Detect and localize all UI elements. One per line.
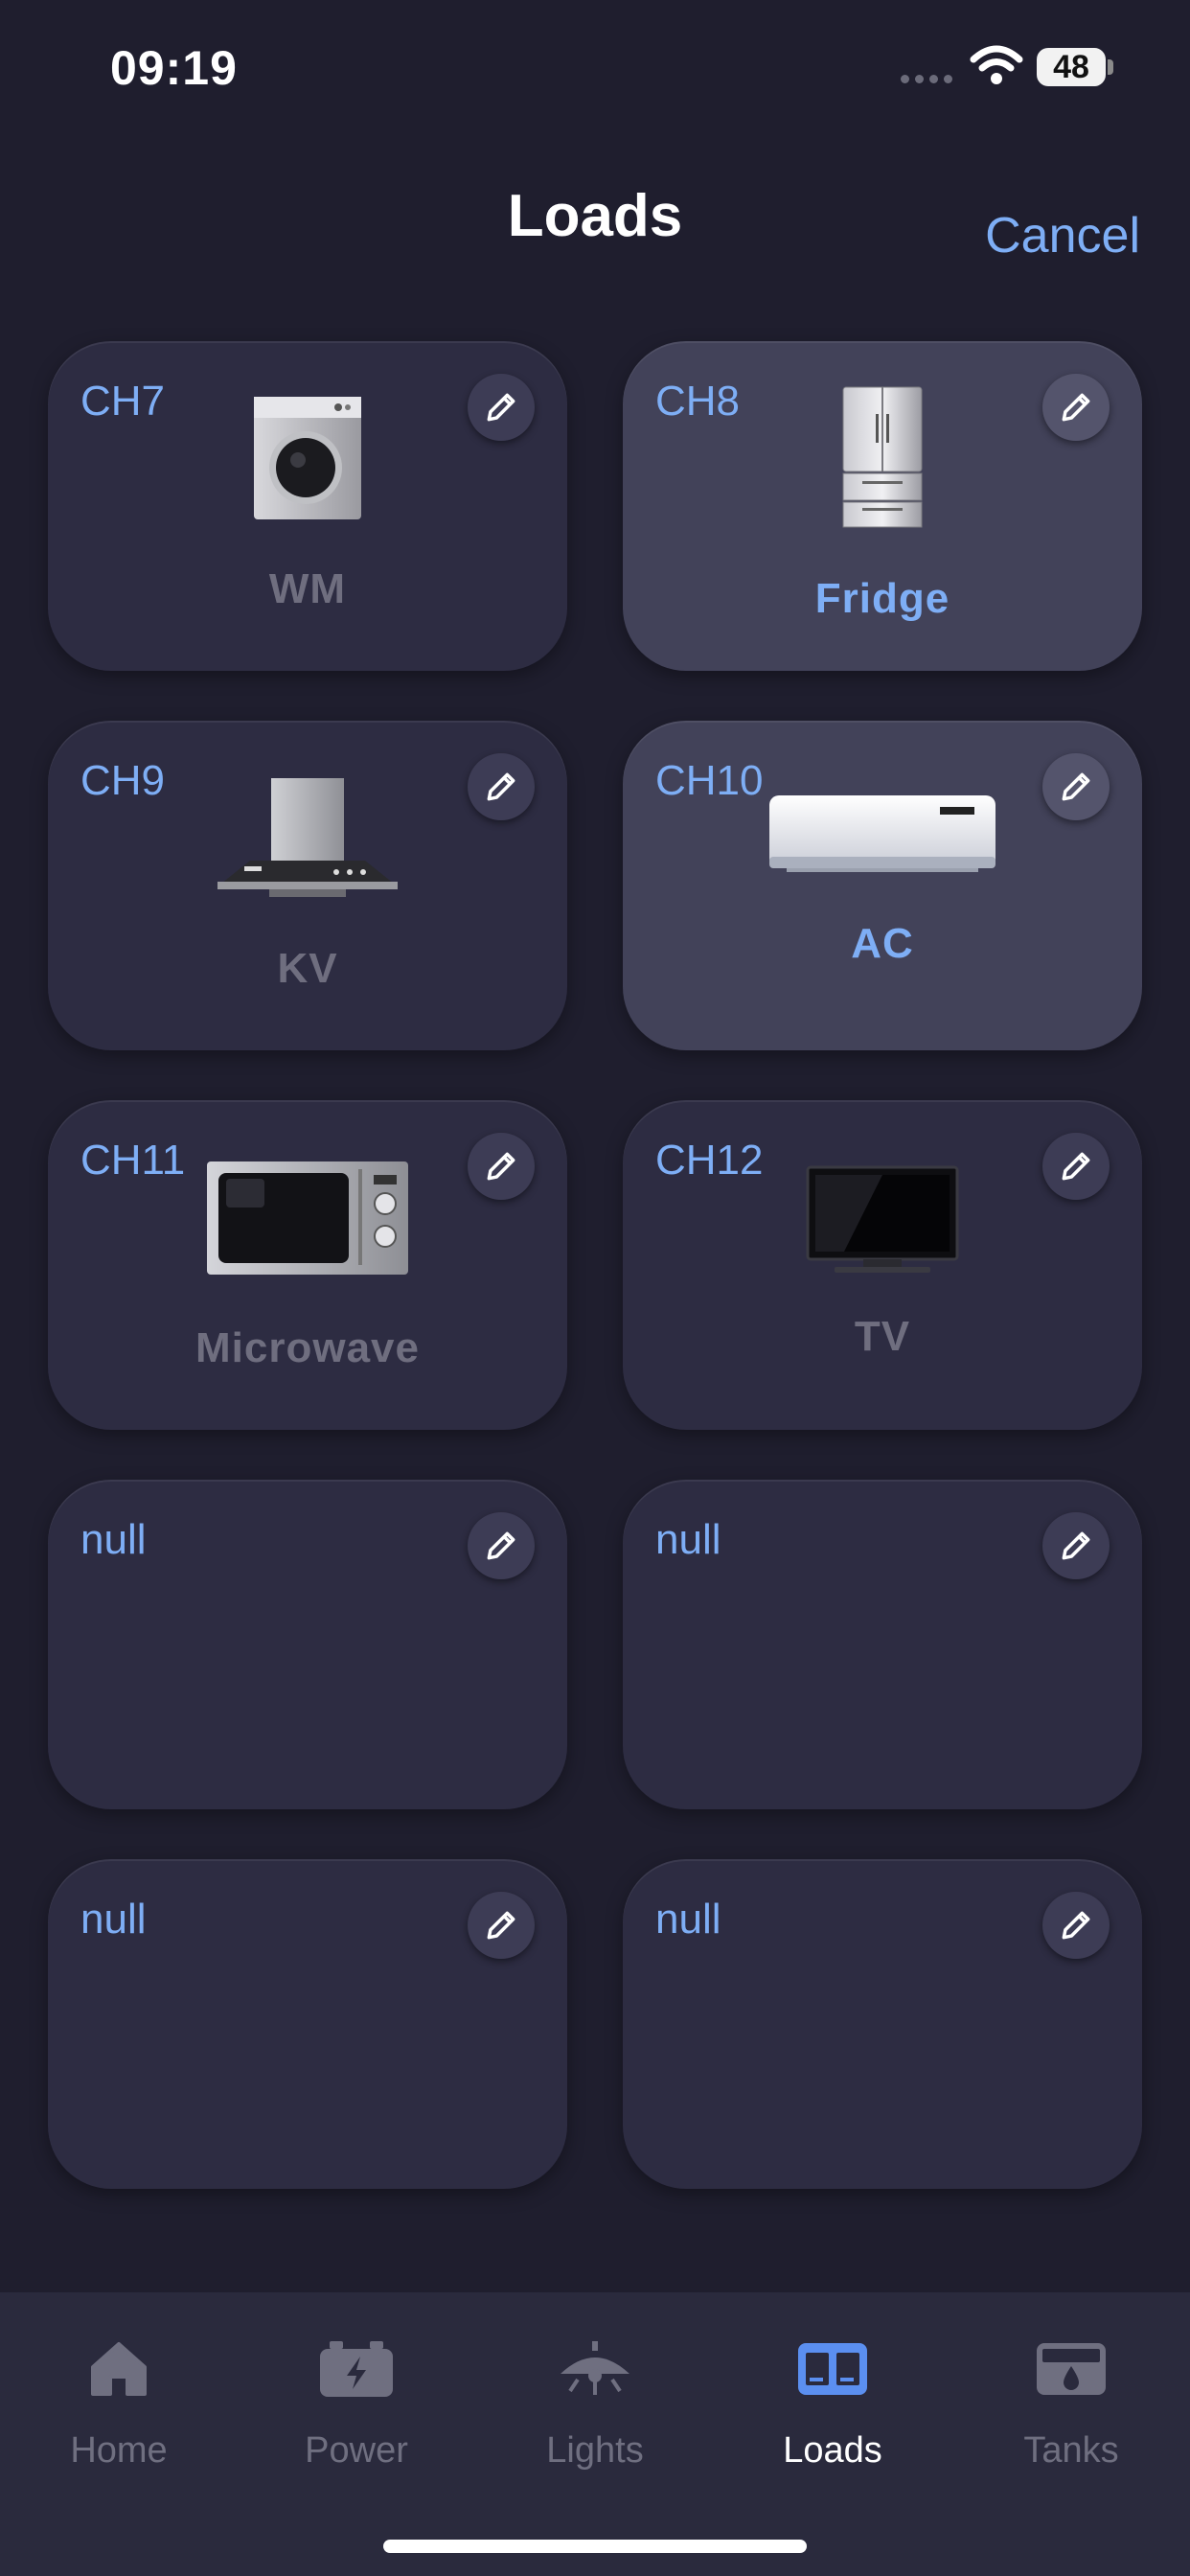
loads-screen: 09:19 48 Loads Cancel CH7 WM CH8 Fridge …: [0, 0, 1190, 2576]
card-name: Fridge: [814, 575, 950, 622]
load-card-ch7[interactable]: CH7 WM: [48, 341, 567, 671]
pencil-icon: [1062, 1911, 1090, 1940]
edit-button[interactable]: [468, 1512, 535, 1579]
channel-label: null: [655, 1516, 721, 1563]
load-card-ch10[interactable]: CH10 AC: [623, 721, 1142, 1050]
card-name: Microwave: [195, 1324, 420, 1371]
tab-label: Tanks: [1023, 2430, 1119, 2471]
load-card-ch9[interactable]: CH9 KV: [48, 721, 567, 1050]
battery-icon: [238, 2331, 475, 2407]
battery-indicator: 48: [1037, 48, 1106, 86]
load-card-empty[interactable]: null: [623, 1859, 1142, 2189]
edit-button[interactable]: [1042, 1512, 1110, 1579]
pencil-icon: [1062, 1531, 1090, 1560]
card-name: KV: [277, 945, 338, 992]
tab-label: Lights: [546, 2430, 644, 2471]
tab-bar: Home Power Lights Loads Tanks: [0, 2292, 1190, 2576]
card-name: WM: [268, 565, 347, 612]
cellular-signal-icon: [901, 75, 952, 83]
tab-label: Home: [70, 2430, 168, 2471]
battery-tip: [1108, 59, 1113, 75]
fridge-icon: [623, 385, 1142, 531]
load-card-empty[interactable]: null: [48, 1859, 567, 2189]
load-card-empty[interactable]: null: [623, 1480, 1142, 1809]
pencil-icon: [487, 1911, 515, 1940]
microwave-icon: [48, 1160, 567, 1278]
home-icon: [0, 2331, 238, 2407]
tv-icon: [623, 1165, 1142, 1276]
load-card-ch12[interactable]: CH12 TV: [623, 1100, 1142, 1430]
load-card-empty[interactable]: null: [48, 1480, 567, 1809]
edit-button[interactable]: [1042, 1892, 1110, 1959]
edit-button[interactable]: [468, 1892, 535, 1959]
loads-grid: CH7 WM CH8 Fridge CH9 KV CH10 AC CH11 Mi…: [48, 341, 1142, 2189]
card-name: AC: [851, 920, 914, 967]
card-name: TV: [854, 1313, 911, 1360]
tab-home[interactable]: Home: [0, 2331, 238, 2472]
home-indicator[interactable]: [383, 2540, 807, 2553]
channel-label: null: [80, 1516, 147, 1563]
loads-icon: [714, 2331, 951, 2407]
tab-label: Power: [305, 2430, 408, 2471]
tab-tanks[interactable]: Tanks: [952, 2331, 1190, 2472]
channel-label: null: [655, 1896, 721, 1943]
tab-lights[interactable]: Lights: [476, 2331, 714, 2472]
tab-loads[interactable]: Loads: [714, 2331, 951, 2472]
channel-label: null: [80, 1896, 147, 1943]
wifi-icon: [970, 45, 1023, 84]
load-card-ch11[interactable]: CH11 Microwave: [48, 1100, 567, 1430]
lamp-icon: [476, 2331, 714, 2407]
load-card-ch8[interactable]: CH8 Fridge: [623, 341, 1142, 671]
tab-power[interactable]: Power: [238, 2331, 475, 2472]
tab-label: Loads: [783, 2430, 882, 2471]
washing-machine-icon: [48, 395, 567, 521]
kitchen-hood-icon: [48, 776, 567, 901]
air-conditioner-icon: [623, 794, 1142, 880]
cancel-button[interactable]: Cancel: [985, 207, 1140, 264]
pencil-icon: [487, 1531, 515, 1560]
tank-icon: [952, 2331, 1190, 2407]
status-time: 09:19: [110, 41, 238, 95]
